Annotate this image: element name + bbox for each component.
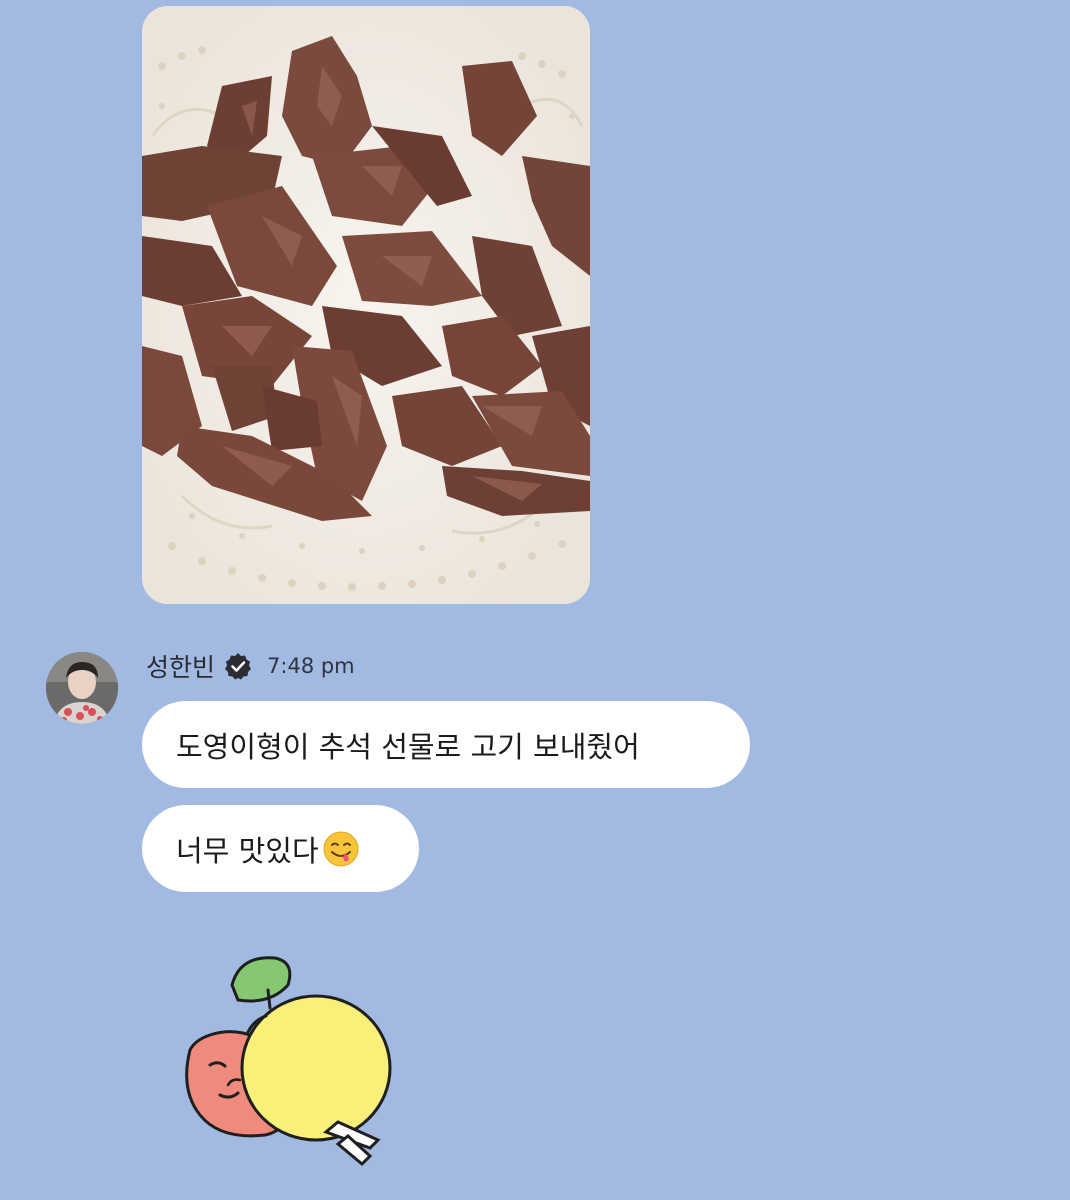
chat-bubble[interactable]: 도영이형이 추석 선물로 고기 보내줬어 [142, 701, 750, 788]
chat-bubble[interactable]: 너무 맛있다 [142, 805, 419, 892]
photo-message[interactable] [142, 6, 590, 604]
face-savoring-food-icon [321, 829, 361, 869]
lemon-and-peach-sticker[interactable] [170, 950, 400, 1170]
sender-name[interactable]: 성한빈 [146, 648, 215, 684]
message-time: 7:48 pm [267, 654, 355, 678]
sticker-image [185, 956, 392, 1167]
grilled-beef-image [142, 6, 590, 604]
message-header: 성한빈 7:48 pm [146, 646, 355, 686]
profile-avatar[interactable] [46, 652, 118, 724]
verified-badge-icon [223, 651, 253, 681]
chat-bubble-text: 도영이형이 추석 선물로 고기 보내줬어 [176, 729, 640, 764]
avatar-image [46, 652, 118, 724]
chat-bubble-text: 너무 맛있다 [176, 833, 319, 868]
